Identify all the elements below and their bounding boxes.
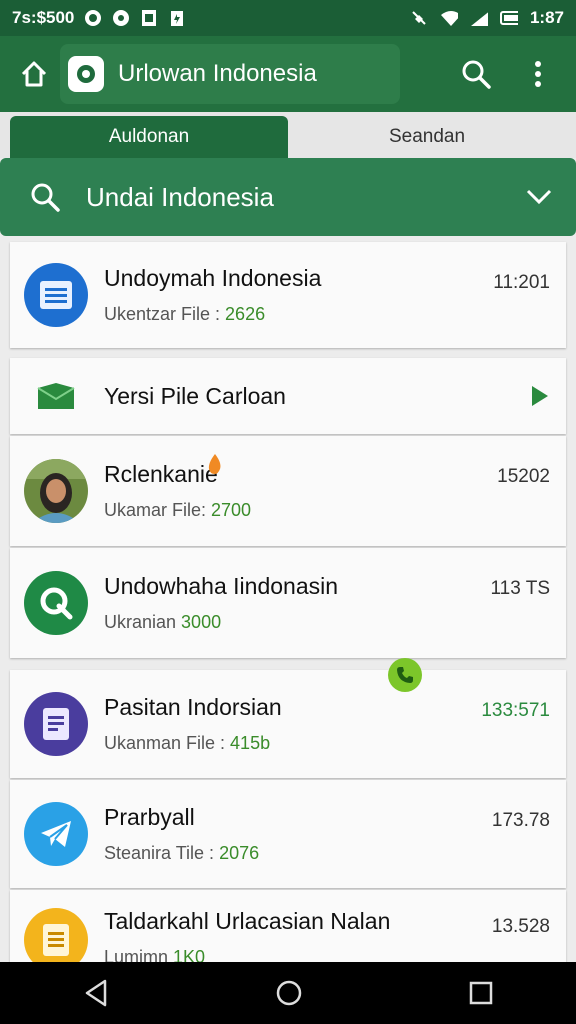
app-logo — [68, 56, 104, 92]
list-item[interactable]: Undoymah Indonesia Ukentzar File : 2626 … — [10, 242, 566, 348]
item-time: 133:571 — [481, 700, 550, 721]
tab-seandan[interactable]: Seandan — [288, 116, 566, 158]
doc-purple-icon — [24, 692, 88, 756]
search-button[interactable] — [456, 54, 496, 94]
search-bar[interactable]: Undai Indonesia — [0, 158, 576, 236]
back-icon[interactable] — [83, 979, 109, 1007]
item-time: 173.78 — [491, 810, 550, 831]
list-item[interactable]: Yersi Pile Carloan — [10, 358, 566, 434]
search-icon — [31, 183, 60, 212]
battery-icon — [499, 9, 518, 27]
app-bar: Urlowan Indonesia — [0, 36, 576, 112]
more-vert-icon — [535, 61, 541, 87]
phone-icon — [397, 667, 413, 683]
notification-chat-icon — [112, 9, 130, 27]
item-title: Prarbyall — [104, 804, 195, 830]
notification-image-icon — [140, 9, 158, 27]
item-time: 113 TS — [490, 578, 550, 599]
list-item[interactable]: Undowhaha Iindonasin Ukranian 3000 113 T… — [10, 548, 566, 658]
app-title: Urlowan Indonesia — [118, 60, 317, 87]
home-icon — [21, 61, 47, 87]
tab-bar: Auldonan Seandan — [0, 112, 576, 158]
document-icon — [24, 263, 88, 327]
list-item[interactable]: Taldarkahl Urlacasian Nalan Lumimn 1K0 1… — [10, 890, 566, 970]
item-title: Undoymah Indonesia — [104, 265, 322, 291]
home-nav-icon[interactable] — [275, 979, 303, 1007]
item-subtitle: Steanira Tile : 2076 — [104, 843, 260, 863]
status-left-text: 7s:$500 — [12, 8, 75, 27]
item-time: 13.528 — [491, 916, 550, 937]
item-title: Rclenkanie — [104, 454, 497, 488]
search-input-text[interactable]: Undai Indonesia — [86, 182, 274, 213]
play-arrow-icon[interactable] — [530, 384, 550, 408]
list-item[interactable]: Pasitan Indorsian Ukanman File : 415b 13… — [10, 670, 566, 778]
item-time: 15202 — [497, 466, 550, 487]
list-item[interactable]: Rclenkanie Ukamar File: 2700 15202 — [10, 436, 566, 546]
notes-icon — [24, 908, 88, 970]
telegram-icon — [24, 802, 88, 866]
item-subtitle: Ukanman File : 415b — [104, 733, 271, 753]
recents-icon[interactable] — [469, 981, 493, 1005]
item-title: Undowhaha Iindonasin — [104, 573, 339, 599]
more-options-button[interactable] — [518, 54, 558, 94]
list-item[interactable]: Prarbyall Steanira Tile : 2076 173.78 — [10, 780, 566, 888]
home-button[interactable] — [12, 52, 56, 96]
search-icon — [462, 60, 491, 89]
app-title-box: Urlowan Indonesia — [60, 44, 400, 104]
status-bar: 7s:$500 1:87 — [0, 0, 576, 36]
mail-icon — [24, 382, 88, 410]
item-subtitle: Ukamar File: 2700 — [104, 500, 252, 520]
item-title: Pasitan Indorsian — [104, 694, 282, 720]
tab-auldonan[interactable]: Auldonan — [10, 116, 288, 158]
contact-photo-avatar — [24, 459, 88, 523]
item-title: Taldarkahl Urlacasian Nalan — [104, 908, 391, 934]
mute-icon — [410, 9, 428, 27]
search-q-icon — [24, 571, 88, 635]
system-nav-bar — [0, 962, 576, 1024]
call-button[interactable] — [388, 658, 422, 692]
notification-record-icon — [84, 9, 102, 27]
item-time: 11:201 — [493, 272, 550, 293]
flame-icon — [206, 453, 224, 481]
wifi-icon — [440, 9, 458, 27]
notification-battery-saver-icon — [168, 9, 186, 27]
item-subtitle: Ukranian 3000 — [104, 612, 222, 632]
item-title: Yersi Pile Carloan — [104, 382, 286, 409]
status-time: 1:87 — [529, 8, 564, 27]
signal-icon — [470, 9, 488, 27]
chevron-down-icon[interactable] — [526, 189, 552, 205]
item-subtitle: Ukentzar File : 2626 — [104, 304, 266, 324]
